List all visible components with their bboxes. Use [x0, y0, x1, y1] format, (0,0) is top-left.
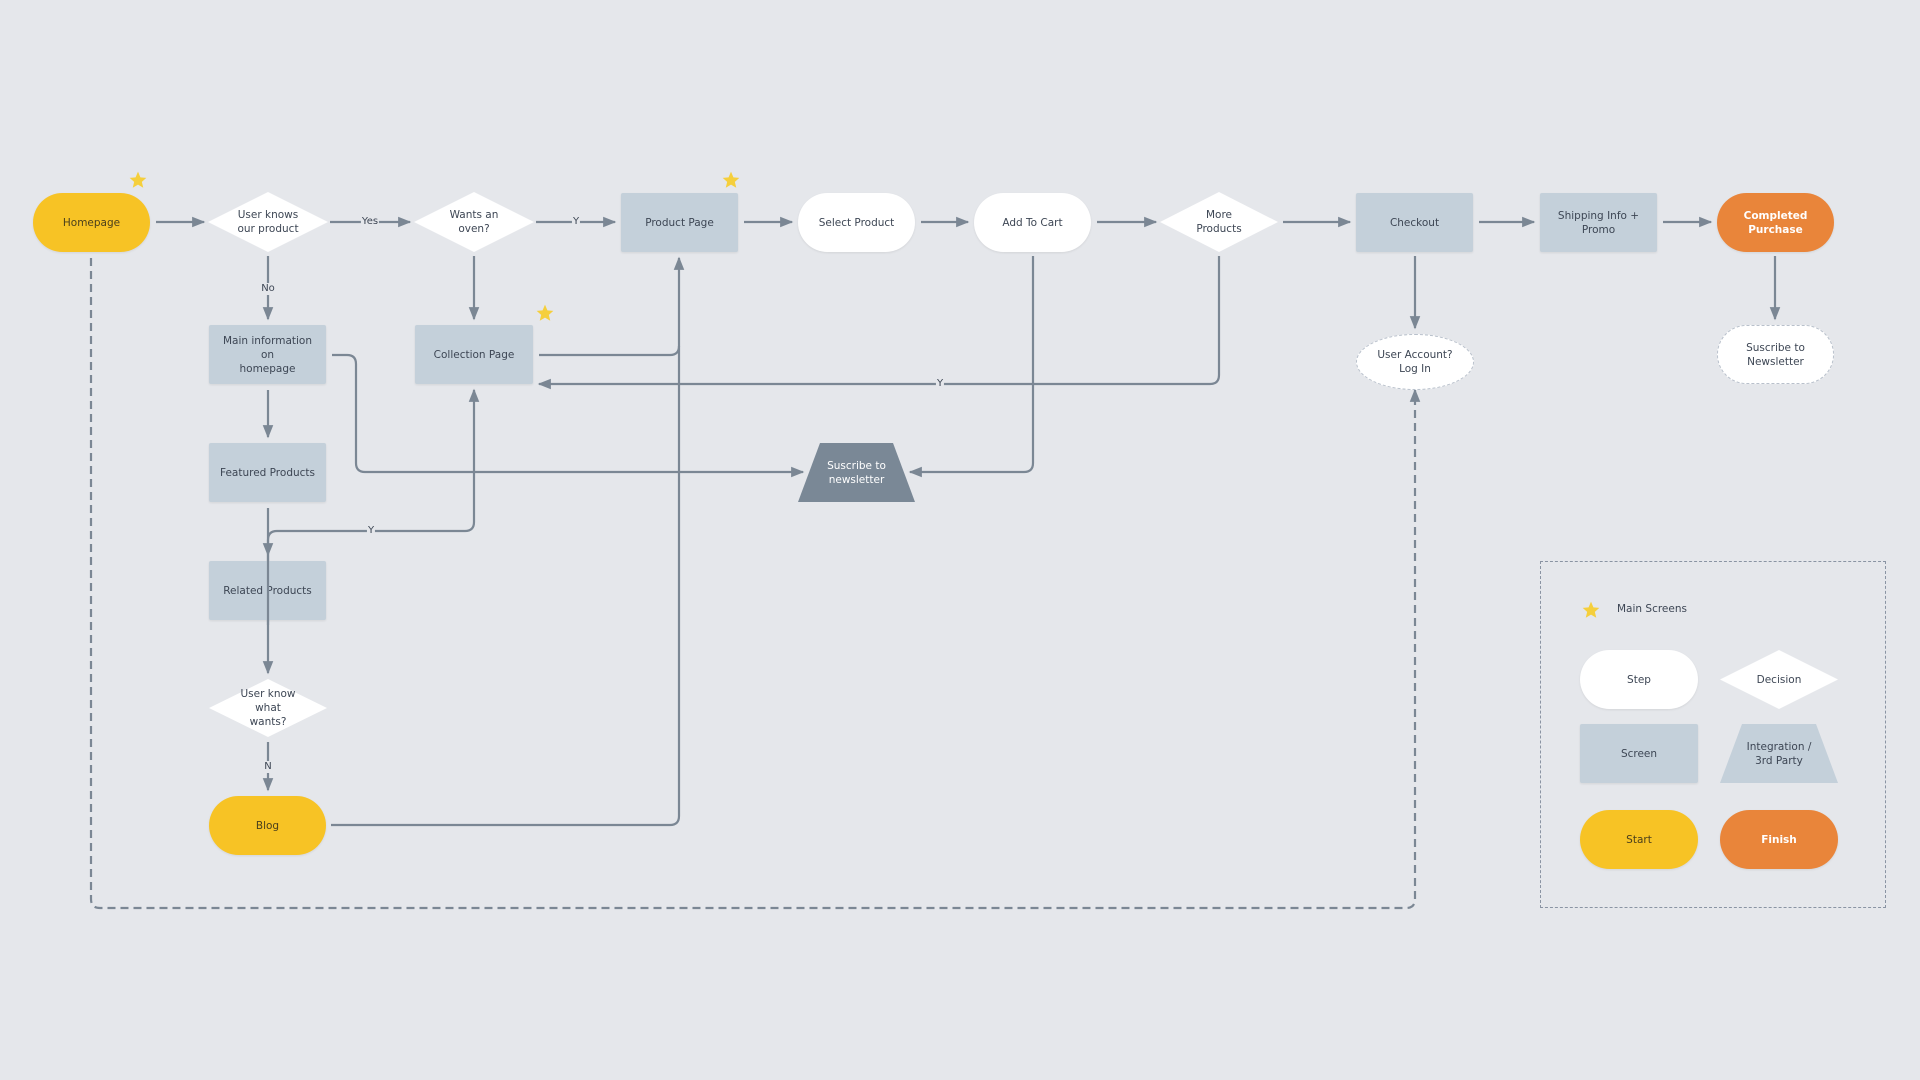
edge-collection-to-product — [539, 345, 681, 357]
integration-subscribe-newsletter[interactable]: Suscribe to newsletter — [798, 443, 915, 502]
legend-integration: Integration /3rd Party — [1720, 724, 1838, 783]
legend-label: Finish — [1761, 833, 1797, 846]
legend: Main Screens Step Decision Screen Integr… — [1540, 561, 1886, 908]
decision-user-knows-product[interactable]: User knows our product — [208, 192, 328, 252]
node-blog[interactable]: Blog — [209, 796, 326, 855]
legend-decision: Decision — [1720, 650, 1838, 709]
legend-main-screens: Main Screens — [1617, 603, 1687, 615]
node-label-line1: Suscribe to — [827, 459, 886, 472]
node-label: Completed Purchase — [1743, 209, 1808, 236]
node-collection-page[interactable]: Collection Page — [415, 325, 533, 384]
decision-more-products[interactable]: More Products — [1160, 192, 1278, 252]
star-icon — [722, 171, 740, 188]
node-featured-products[interactable]: Featured Products — [209, 443, 326, 502]
edge-cart-to-subscribe — [908, 256, 1035, 478]
legend-label: Start — [1626, 833, 1652, 846]
node-label: Collection Page — [433, 348, 515, 361]
edge-label-y-related: Y — [366, 525, 376, 537]
node-label: Blog — [255, 819, 280, 832]
node-shipping-info[interactable]: Shipping Info + Promo — [1540, 193, 1657, 252]
star-icon — [129, 171, 147, 188]
node-label-line1: Suscribe to — [1746, 341, 1805, 354]
decision-user-know-wants[interactable]: User know what wants? — [209, 679, 327, 737]
legend-screen: Screen — [1580, 724, 1698, 783]
node-homepage[interactable]: Homepage — [33, 193, 150, 252]
node-subscribe-newsletter-step[interactable]: Suscribe to Newsletter — [1717, 325, 1834, 384]
node-select-product[interactable]: Select Product — [798, 193, 915, 252]
node-user-account[interactable]: User Account? Log In — [1356, 334, 1474, 390]
edge-main-to-subscribe — [332, 353, 805, 478]
node-label-line2: Log In — [1399, 363, 1431, 375]
edge-label-y-oven: Y — [571, 216, 581, 228]
node-label: Product Page — [645, 216, 714, 229]
node-label: Featured Products — [219, 466, 316, 479]
node-checkout[interactable]: Checkout — [1356, 193, 1473, 252]
node-label: Checkout — [1389, 216, 1440, 229]
node-label-line2: newsletter — [828, 473, 885, 486]
node-completed-purchase[interactable]: Completed Purchase — [1717, 193, 1834, 252]
node-label-line1: User know what — [240, 688, 296, 714]
node-label: Select Product — [818, 216, 895, 229]
edge-label-yes: Yes — [360, 216, 380, 228]
legend-label: Screen — [1620, 747, 1658, 760]
node-label: Homepage — [62, 216, 121, 229]
node-label-line2: Newsletter — [1747, 355, 1804, 368]
legend-label: Step — [1627, 673, 1651, 686]
node-label-line1: Main information on — [222, 334, 312, 361]
node-label: More Products — [1196, 209, 1242, 235]
node-label-line2: homepage — [239, 362, 296, 375]
edge-through-related — [266, 555, 270, 625]
star-icon — [1582, 601, 1600, 618]
legend-label: Decision — [1756, 673, 1802, 686]
node-label-line1: User Account? — [1377, 349, 1453, 361]
legend-finish: Finish — [1720, 810, 1838, 869]
legend-step: Step — [1580, 650, 1698, 709]
edge-label-y-more: Y — [935, 378, 945, 390]
edge-more-y-to-collection — [537, 256, 1221, 390]
legend-label-line1: Integration / — [1746, 740, 1812, 753]
edge-label-n-blog: N — [263, 761, 273, 773]
edge-label-no: No — [260, 283, 276, 295]
legend-label-line2: 3rd Party — [1755, 754, 1803, 767]
node-label: Wants an oven? — [449, 209, 499, 235]
node-label: Add To Cart — [1002, 216, 1063, 229]
decision-wants-oven[interactable]: Wants an oven? — [414, 192, 534, 252]
node-label-line2: wants? — [249, 716, 287, 728]
legend-start: Start — [1580, 810, 1698, 869]
connectors-layer — [89, 216, 1781, 910]
star-icon — [536, 304, 554, 321]
node-label-line2: Promo — [1581, 223, 1616, 236]
node-product-page[interactable]: Product Page — [621, 193, 738, 252]
node-label: User knows our product — [237, 209, 299, 235]
node-add-to-cart[interactable]: Add To Cart — [974, 193, 1091, 252]
node-main-info[interactable]: Main information on homepage — [209, 325, 326, 384]
node-label-line1: Shipping Info + — [1557, 209, 1640, 222]
